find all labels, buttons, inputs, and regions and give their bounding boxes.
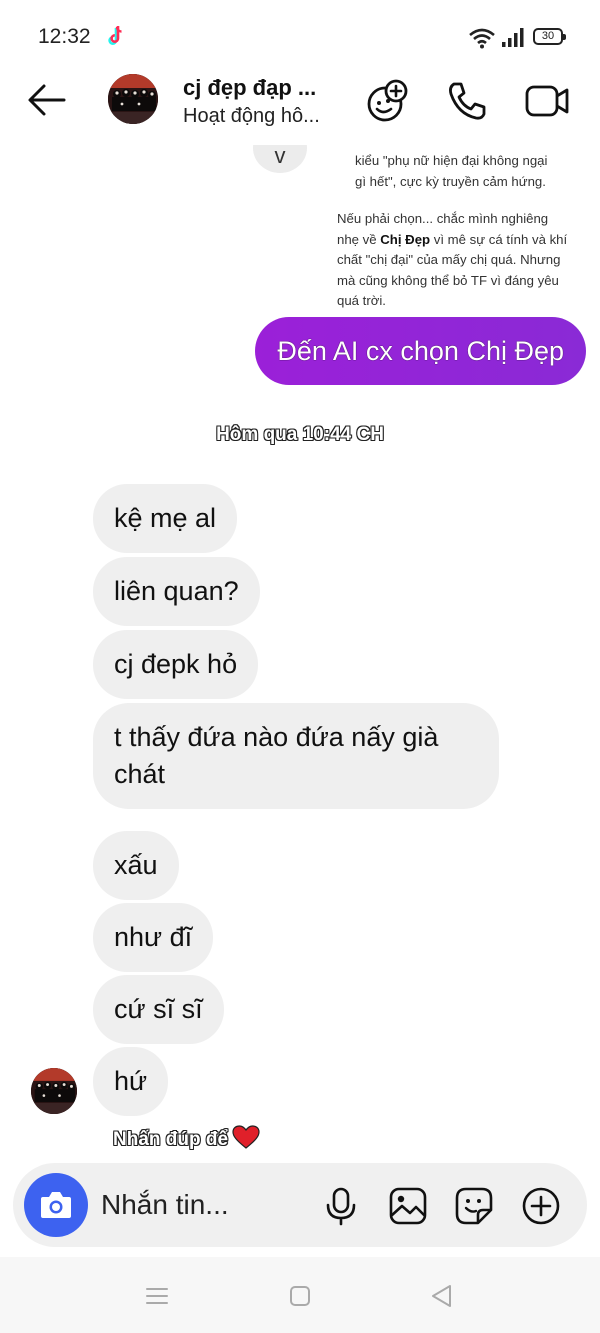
contact-active-status: Hoạt động hô... (183, 105, 320, 127)
contact-name[interactable]: cj đẹp đạp ... (183, 75, 328, 101)
group-photo-image (31, 1068, 77, 1114)
status-bar: 12:32 30 (0, 0, 600, 70)
double-tap-hint: Nhấn đúp để (113, 1125, 260, 1151)
gallery-icon[interactable] (388, 1186, 428, 1226)
battery-icon: 30 (533, 28, 566, 45)
signal-icon (502, 28, 524, 47)
message-input[interactable] (101, 1185, 311, 1225)
received-message-bubble[interactable]: cj đepk hỏ (93, 630, 259, 699)
plus-icon[interactable] (521, 1186, 561, 1226)
ai-message-paragraph-1: kiểu "phụ nữ hiện đại không ngại gì hết"… (337, 151, 573, 192)
received-message-bubble[interactable]: như đĩ (93, 903, 214, 972)
message-list[interactable]: v kiểu "phụ nữ hiện đại không ngại gì hế… (0, 145, 600, 1163)
message-composer (13, 1163, 587, 1247)
ai-message-line: gì hết", cực kỳ truyền cảm hứng. (355, 173, 546, 189)
chat-header: cj đẹp đạp ... Hoạt động hô... (0, 70, 600, 145)
received-message-bubble[interactable]: liên quan? (93, 557, 260, 626)
received-message-bubble[interactable]: xấu (93, 831, 179, 900)
ai-message-line: kiểu "phụ nữ hiện đại không ngại (355, 153, 548, 168)
received-message-bubble[interactable]: cứ sĩ sĩ (93, 975, 224, 1044)
video-camera-icon[interactable] (524, 78, 570, 124)
battery-level: 30 (541, 30, 555, 42)
microphone-icon[interactable] (321, 1186, 361, 1226)
received-message-bubble[interactable]: t thấy đứa nào đứa nấy già chát (93, 703, 499, 809)
menu-icon[interactable] (144, 1283, 170, 1309)
home-icon[interactable] (287, 1283, 313, 1309)
ai-message-paragraph-2: Nếu phải chọn... chắc mình nghiêng nhẹ v… (337, 209, 573, 312)
wifi-icon (469, 28, 495, 49)
phone-icon[interactable] (444, 78, 490, 124)
camera-button[interactable] (24, 1173, 88, 1237)
camera-icon (41, 1192, 71, 1218)
sender-avatar[interactable] (31, 1068, 77, 1114)
back-arrow-icon[interactable] (26, 82, 68, 118)
heart-icon (232, 1125, 260, 1149)
double-tap-hint-text: Nhấn đúp để (113, 1129, 229, 1150)
sticker-icon[interactable] (454, 1186, 494, 1226)
message-timestamp: Hôm qua 10:44 CH (216, 424, 384, 445)
group-photo-image (108, 74, 158, 124)
back-triangle-icon[interactable] (429, 1283, 455, 1309)
received-message-bubble[interactable]: kệ mẹ al (93, 484, 238, 553)
meta-ai-avatar: v (253, 145, 307, 173)
sent-message-bubble[interactable]: Đến AI cx chọn Chị Đẹp (255, 317, 586, 385)
ai-message-bold-text: Chị Đẹp (380, 231, 431, 247)
contact-avatar[interactable] (108, 74, 158, 124)
tiktok-icon (108, 26, 122, 45)
received-message-bubble[interactable]: hứ (93, 1047, 169, 1116)
system-navigation-bar (0, 1257, 600, 1333)
effects-icon[interactable] (364, 78, 410, 124)
status-time: 12:32 (38, 25, 91, 48)
